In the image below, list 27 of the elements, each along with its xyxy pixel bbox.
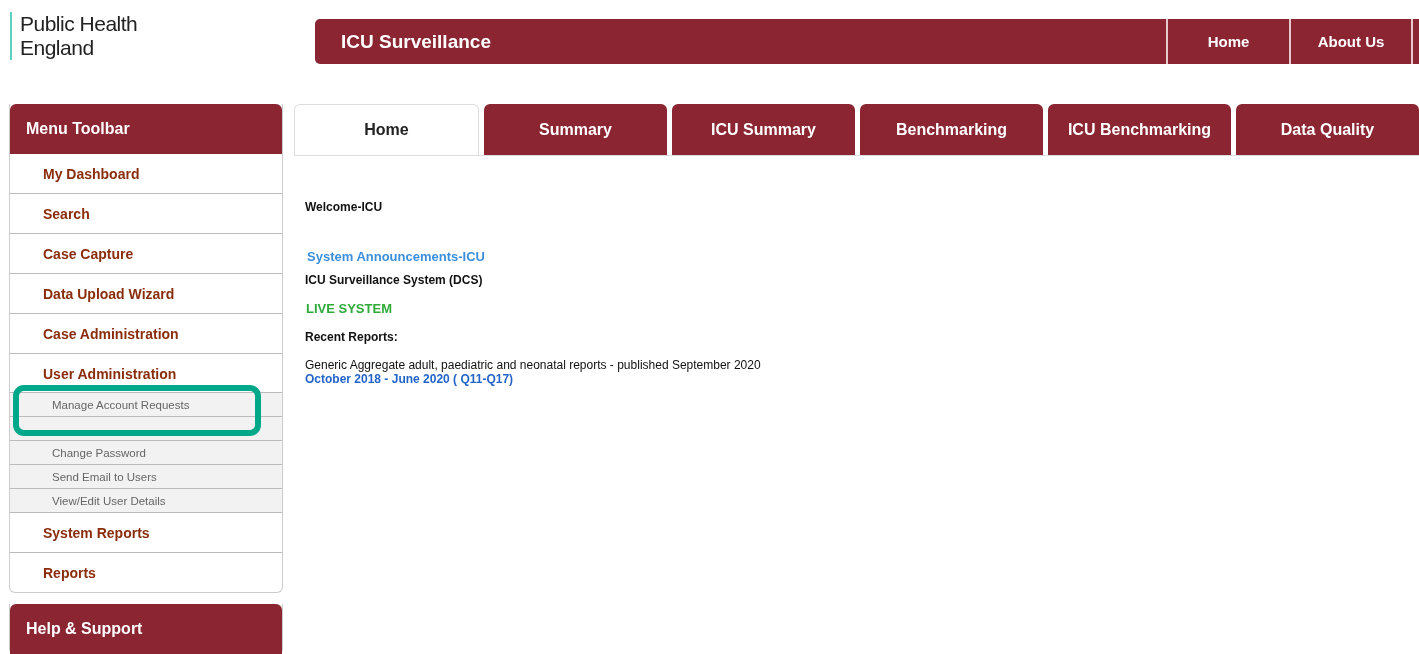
menu-item[interactable]: Search	[43, 205, 90, 222]
tab[interactable]: Home	[294, 104, 479, 155]
menu-item[interactable]: Case Administration	[43, 325, 179, 342]
menu-item[interactable]: My Dashboard	[43, 165, 140, 182]
heading-text: Recent Reports:	[305, 330, 398, 344]
menu-item[interactable]: Reports	[43, 564, 96, 581]
heading-text: ICU Surveillance System (DCS)	[305, 273, 483, 287]
menu-item[interactable]: User Administration	[43, 365, 177, 382]
menu-item[interactable]: System Reports	[43, 524, 150, 541]
menu-header: Help & Support	[10, 604, 282, 654]
report-description: Generic Aggregate adult, paediatric and neonatal reports - published September 2020	[305, 358, 761, 372]
tab[interactable]: ICU Summary	[672, 104, 855, 155]
tab[interactable]: Benchmarking	[860, 104, 1043, 155]
menu-item[interactable]: Data Upload Wizard	[43, 285, 175, 302]
menu-header: Menu Toolbar	[10, 104, 282, 154]
tab[interactable]: ICU Benchmarking	[1048, 104, 1231, 155]
header-link[interactable]: About Us	[1289, 19, 1413, 64]
logo: Public Health England	[10, 12, 300, 60]
menu-item[interactable]: Case Capture	[43, 245, 134, 262]
app-title: ICU Surveillance	[341, 30, 492, 53]
status-text: LIVE SYSTEM	[306, 301, 392, 316]
heading-text: Welcome-ICU	[305, 200, 383, 214]
report-link[interactable]: October 2018 - June 2020 ( Q11-Q17)	[305, 372, 514, 386]
header-link[interactable]: Home	[1166, 19, 1289, 64]
submenu-item[interactable]: Change Password	[52, 446, 146, 459]
tab[interactable]: Summary	[484, 104, 667, 155]
tab[interactable]: Data Quality	[1236, 104, 1419, 155]
